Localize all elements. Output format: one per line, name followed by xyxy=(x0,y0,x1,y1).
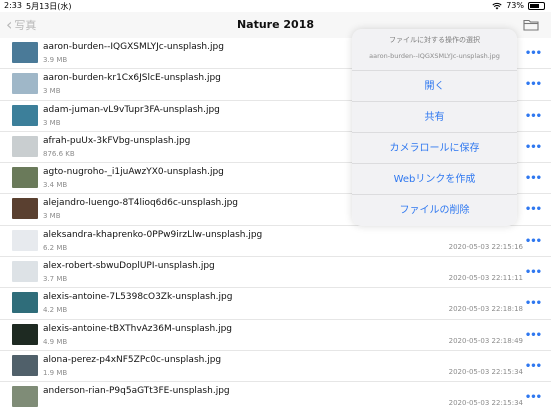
file-thumbnail xyxy=(12,167,38,189)
action-share-button[interactable]: 共有 xyxy=(352,102,517,133)
file-size: 4.9 MB xyxy=(43,337,68,346)
battery-percent: 73% xyxy=(506,1,524,10)
wifi-icon xyxy=(492,2,502,9)
file-name: aleksandra-khaprenko-0PPw9irzLlw-unsplas… xyxy=(43,229,263,240)
popover-filename: aaron-burden--IQGXSMLYJc-unsplash.jpg xyxy=(369,52,500,60)
file-name: alona-perez-p4xNF5ZPc0c-unsplash.jpg xyxy=(43,354,222,365)
action-create-web-link-button[interactable]: Webリンクを作成 xyxy=(352,164,517,195)
file-thumbnail xyxy=(12,229,38,251)
ellipsis-icon[interactable]: ••• xyxy=(525,236,542,247)
ellipsis-icon[interactable]: ••• xyxy=(525,361,542,372)
file-date: 2020-05-03 22:15:34 xyxy=(448,367,523,376)
ellipsis-icon[interactable]: ••• xyxy=(525,173,542,184)
file-name: alexis-antoine-7L5398cO3Zk-unsplash.jpg xyxy=(43,292,233,303)
file-date: 2020-05-03 22:18:18 xyxy=(448,305,523,314)
file-size: 6.2 MB xyxy=(43,243,68,252)
file-size: 876.6 KB xyxy=(43,149,75,158)
file-thumbnail xyxy=(12,135,38,157)
file-thumbnail xyxy=(12,354,38,376)
popover-header: ファイルに対する操作の選択 aaron-burden--IQGXSMLYJc-u… xyxy=(352,29,517,71)
file-date: 2020-05-03 22:11:11 xyxy=(448,274,523,283)
file-date: 2020-05-03 22:15:16 xyxy=(448,242,523,251)
action-delete-file-button[interactable]: ファイルの削除 xyxy=(352,195,517,226)
file-name: alejandro-luengo-8T4lioq6d6c-unsplash.jp… xyxy=(43,198,239,209)
file-row[interactable]: aleksandra-khaprenko-0PPw9irzLlw-unsplas… xyxy=(0,226,551,258)
file-thumbnail xyxy=(12,323,38,345)
file-row[interactable]: alexis-antoine-tBXThvAz36M-unsplash.jpg 4… xyxy=(0,320,551,351)
file-name: afrah-puUx-3kFVbg-unsplash.jpg xyxy=(43,135,191,146)
ellipsis-icon[interactable]: ••• xyxy=(525,330,542,341)
action-open-button[interactable]: 開く xyxy=(352,71,517,102)
file-row[interactable]: alexis-antoine-7L5398cO3Zk-unsplash.jpg 4… xyxy=(0,288,551,320)
file-row[interactable]: alex-robert-sbwuDoplUPI-unsplash.jpg 3.7 … xyxy=(0,257,551,289)
file-actions-popover: ファイルに対する操作の選択 aaron-burden--IQGXSMLYJc-u… xyxy=(352,29,517,226)
file-row[interactable]: anderson-rian-P9q5aGTt3FE-unsplash.jpg 20… xyxy=(0,382,551,413)
ellipsis-icon[interactable]: ••• xyxy=(525,142,542,153)
file-size: 3 MB xyxy=(43,212,61,221)
status-time: 2:33 xyxy=(4,1,22,10)
ellipsis-icon[interactable]: ••• xyxy=(525,48,542,59)
status-right: 73% xyxy=(492,1,545,10)
file-name: agto-nugroho-_i1juAwzYX0-unsplash.jpg xyxy=(43,167,224,178)
file-thumbnail xyxy=(12,73,38,95)
file-name: aaron-burden--IQGXSMLYJc-unsplash.jpg xyxy=(43,42,224,52)
file-name: adam-juman-vL9vTupr3FA-unsplash.jpg xyxy=(43,104,220,115)
file-thumbnail xyxy=(12,198,38,220)
folder-icon[interactable] xyxy=(523,18,539,31)
file-size: 3.9 MB xyxy=(43,56,68,64)
file-name: aaron-burden-kr1Cx6JSlcE-unsplash.jpg xyxy=(43,73,221,84)
file-thumbnail xyxy=(12,104,38,126)
file-thumbnail xyxy=(12,386,38,408)
battery-icon xyxy=(528,1,545,10)
file-date: 2020-05-03 22:15:34 xyxy=(448,399,523,408)
file-size: 3.4 MB xyxy=(43,181,68,190)
file-size: 3 MB xyxy=(43,87,61,96)
action-save-to-camera-roll-button[interactable]: カメラロールに保存 xyxy=(352,133,517,164)
ellipsis-icon[interactable]: ••• xyxy=(525,204,542,215)
file-thumbnail xyxy=(12,261,38,283)
file-name: alex-robert-sbwuDoplUPI-unsplash.jpg xyxy=(43,261,215,272)
file-name: alexis-antoine-tBXThvAz36M-unsplash.jpg xyxy=(43,323,232,334)
file-size: 1.9 MB xyxy=(43,368,68,377)
ellipsis-icon[interactable]: ••• xyxy=(525,111,542,122)
file-thumbnail xyxy=(12,292,38,314)
ellipsis-icon[interactable]: ••• xyxy=(525,267,542,278)
file-size: 3 MB xyxy=(43,118,61,127)
file-size: 4.2 MB xyxy=(43,306,68,315)
file-thumbnail xyxy=(12,42,38,63)
file-size: 3.7 MB xyxy=(43,275,68,284)
status-date: 5月13日(水) xyxy=(26,2,72,11)
ellipsis-icon[interactable]: ••• xyxy=(525,79,542,90)
ellipsis-icon[interactable]: ••• xyxy=(525,392,542,403)
file-date: 2020-05-03 22:18:49 xyxy=(448,336,523,345)
status-bar: 2:33 5月13日(水) 73% xyxy=(0,0,551,12)
file-row[interactable]: alona-perez-p4xNF5ZPc0c-unsplash.jpg 1.9 … xyxy=(0,351,551,383)
file-name: anderson-rian-P9q5aGTt3FE-unsplash.jpg xyxy=(43,386,230,397)
ellipsis-icon[interactable]: ••• xyxy=(525,298,542,309)
popover-title: ファイルに対する操作の選択 xyxy=(389,36,480,44)
